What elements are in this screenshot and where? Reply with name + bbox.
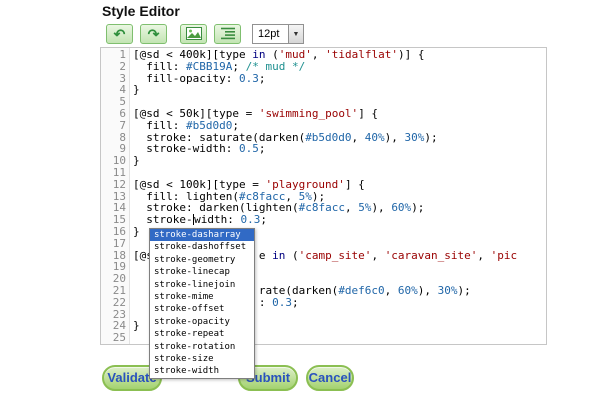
undo-button[interactable]: ↶ (106, 24, 133, 44)
code-token: 'caravan_site' (385, 249, 478, 262)
insert-image-button[interactable] (180, 24, 207, 44)
code-token: #b5d0d0 (305, 131, 351, 144)
code-token: ; (259, 142, 266, 155)
code-line[interactable]: stroke-width: 0.5; (133, 143, 546, 155)
code-token: 40% (365, 131, 385, 144)
code-token: ] { (345, 178, 365, 191)
code-token: 30% (438, 284, 458, 297)
code-token: #def6c0 (338, 284, 384, 297)
code-token: , (477, 249, 490, 262)
code-token: ); (411, 201, 424, 214)
code-token: ; (259, 72, 266, 85)
code-token: stroke- (133, 213, 193, 226)
code-token: )] { (398, 48, 425, 61)
code-token: ); (424, 131, 437, 144)
line-number: 22 (101, 297, 126, 309)
code-token: ] { (358, 107, 378, 120)
line-number: 6 (101, 108, 126, 120)
code-token: 5% (358, 201, 371, 214)
autocomplete-item[interactable]: stroke-offset (150, 303, 254, 315)
code-token: ), (385, 131, 405, 144)
line-number: 12 (101, 179, 126, 191)
code-token: stroke-width: (133, 142, 239, 155)
autocomplete-item[interactable]: stroke-repeat (150, 328, 254, 340)
line-number: 25 (101, 332, 126, 344)
code-token: in (272, 249, 285, 262)
code-token: } (133, 225, 140, 238)
font-size-value: 12pt (253, 25, 288, 43)
line-number: 17 (101, 238, 126, 250)
page-title: Style Editor (102, 3, 547, 19)
code-token: , (352, 131, 365, 144)
line-number: 16 (101, 226, 126, 238)
code-token: 'swimming_pool' (259, 107, 358, 120)
redo-button[interactable]: ↷ (140, 24, 167, 44)
code-token: 'camp_site' (299, 249, 372, 262)
autocomplete-item[interactable]: stroke-width (150, 365, 254, 377)
code-token: ; (292, 296, 299, 309)
code-line[interactable]: } (133, 155, 546, 167)
line-number: 2 (101, 61, 126, 73)
code-token: 60% (391, 201, 411, 214)
autocomplete-item[interactable]: stroke-rotation (150, 341, 254, 353)
code-token: , (345, 201, 358, 214)
code-token: } (133, 319, 140, 332)
code-line[interactable]: stroke-width: 0.3; (133, 214, 546, 226)
line-number-gutter: 1234567891011121314151617181920212223242… (101, 48, 130, 344)
autocomplete-popup[interactable]: stroke-dasharraystroke-dashoffsetstroke-… (149, 228, 255, 379)
code-token: width: (194, 213, 240, 226)
autocomplete-item[interactable]: stroke-mime (150, 291, 254, 303)
undo-arrow-icon: ↶ (114, 27, 126, 41)
code-token: ), (418, 284, 438, 297)
editor-toolbar: ↶ ↷ (106, 23, 547, 45)
code-token: ); (458, 284, 471, 297)
font-size-select[interactable]: 12pt ▼ (252, 24, 304, 44)
indent-lines-icon (220, 26, 236, 42)
code-token: ( (285, 249, 298, 262)
code-token: 'pic (491, 249, 518, 262)
autocomplete-item[interactable]: stroke-geometry (150, 254, 254, 266)
code-token: 60% (398, 284, 418, 297)
autocomplete-item[interactable]: stroke-opacity (150, 316, 254, 328)
autocomplete-item[interactable]: stroke-dashoffset (150, 241, 254, 253)
code-token: , (385, 284, 398, 297)
code-token: , (371, 249, 384, 262)
code-token: ), (371, 201, 391, 214)
code-token: 'tidalflat' (325, 48, 398, 61)
cancel-button[interactable]: Cancel (306, 365, 354, 391)
style-editor-widget: Style Editor ↶ ↷ (100, 3, 547, 393)
code-token: #c8facc (299, 201, 345, 214)
code-line[interactable]: fill-opacity: 0.3; (133, 73, 546, 85)
autocomplete-item[interactable]: stroke-linejoin (150, 279, 254, 291)
redo-arrow-icon: ↷ (148, 27, 160, 41)
line-number: 21 (101, 285, 126, 297)
image-icon (186, 27, 202, 42)
code-token: 0.3 (239, 72, 259, 85)
autocomplete-item[interactable]: stroke-size (150, 353, 254, 365)
code-line[interactable]: } (133, 84, 546, 96)
autocomplete-item[interactable]: stroke-linecap (150, 266, 254, 278)
code-token: 0.3 (240, 213, 260, 226)
code-token: 0.3 (272, 296, 292, 309)
code-token: 0.5 (239, 142, 259, 155)
code-token: ; (260, 213, 267, 226)
code-token: , (312, 48, 325, 61)
line-number: 11 (101, 167, 126, 179)
code-token: 30% (405, 131, 425, 144)
chevron-down-icon[interactable]: ▼ (288, 25, 303, 43)
indent-button[interactable] (214, 24, 241, 44)
code-token: } (133, 154, 140, 167)
code-token: } (133, 83, 140, 96)
code-token: fill-opacity: (133, 72, 239, 85)
autocomplete-item[interactable]: stroke-dasharray (150, 229, 254, 241)
line-number: 7 (101, 120, 126, 132)
